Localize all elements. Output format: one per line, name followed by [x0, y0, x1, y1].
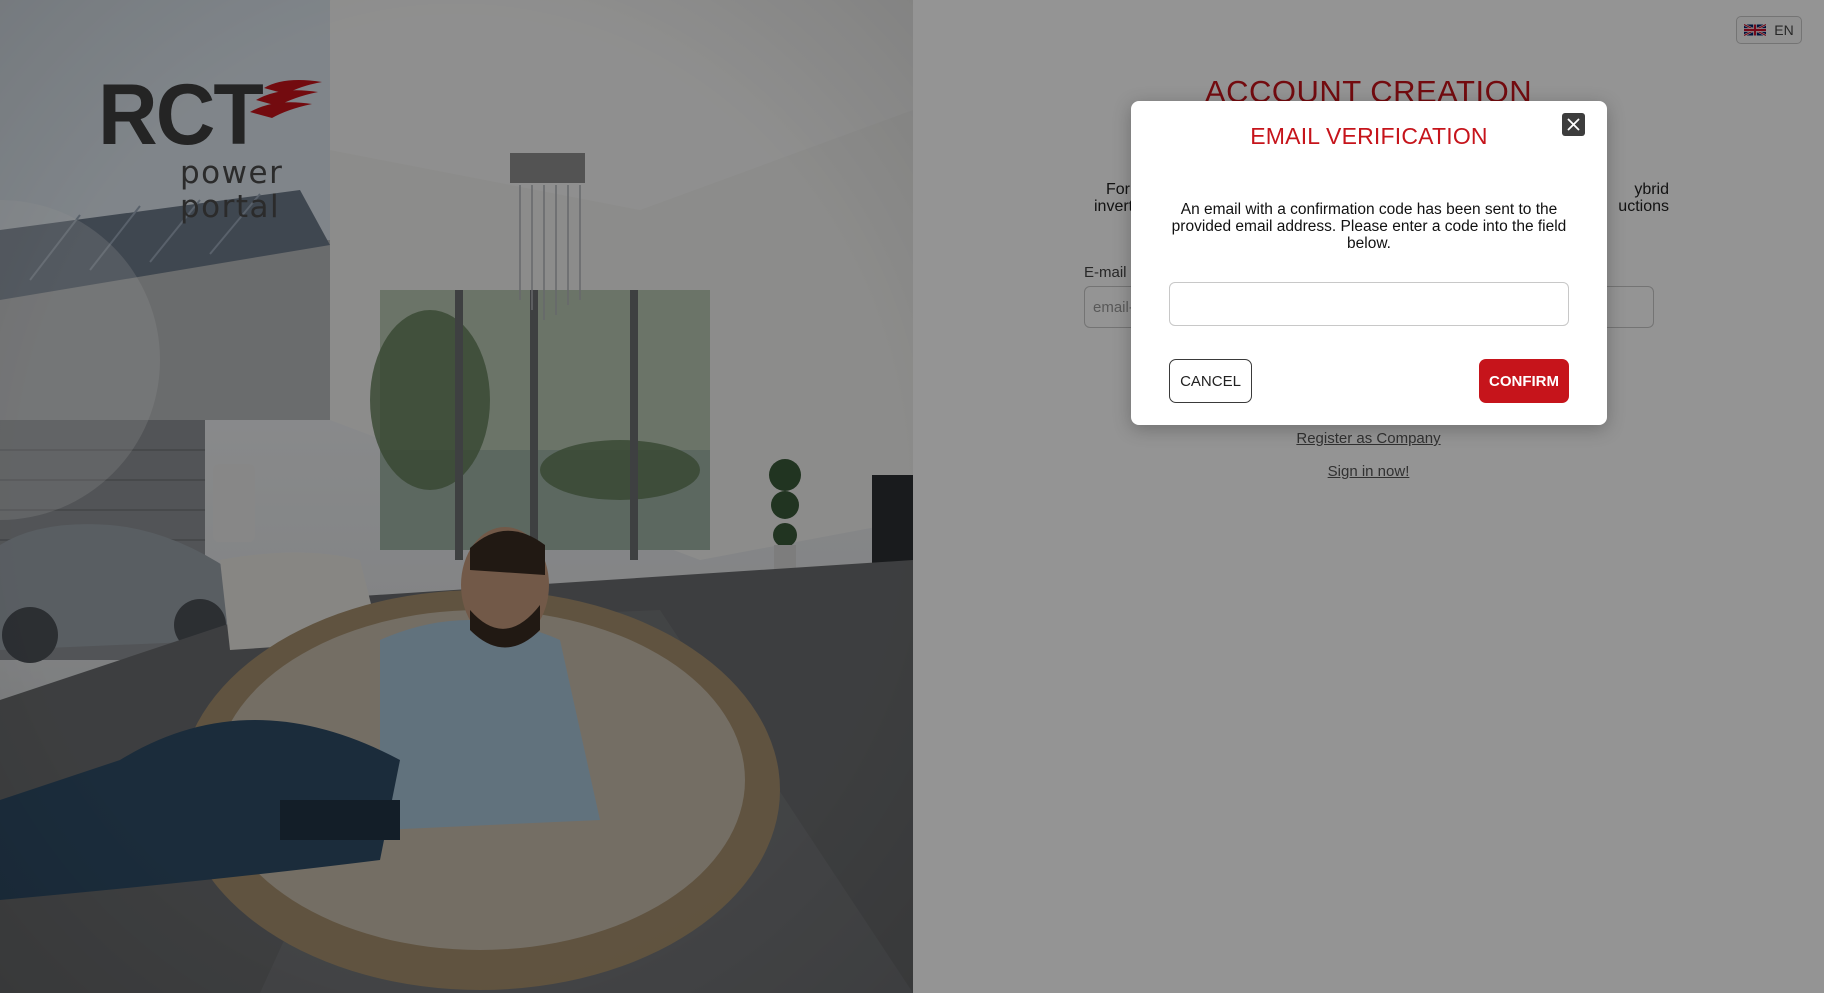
- confirmation-code-input[interactable]: [1169, 282, 1569, 326]
- cancel-button[interactable]: CANCEL: [1169, 359, 1252, 403]
- dialog-title: EMAIL VERIFICATION: [1250, 123, 1488, 149]
- dialog-message: An email with a confirmation code has be…: [1171, 201, 1567, 252]
- email-verification-dialog: EMAIL VERIFICATION An email with a confi…: [1131, 101, 1607, 425]
- confirm-button[interactable]: CONFIRM: [1479, 359, 1569, 403]
